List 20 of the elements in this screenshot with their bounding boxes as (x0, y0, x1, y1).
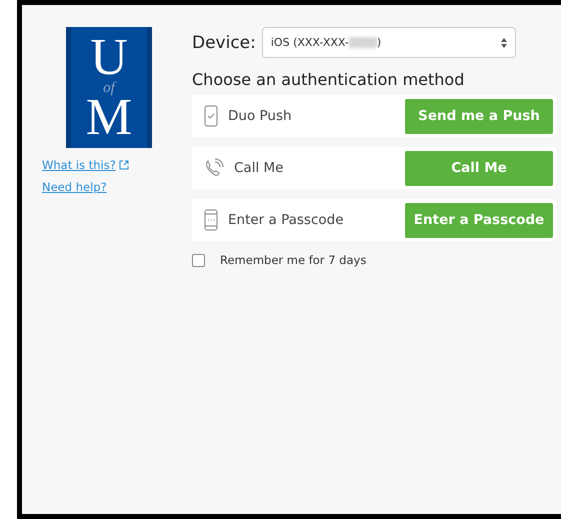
method-button[interactable]: Enter a Passcode (405, 202, 553, 238)
help-link[interactable]: Need help? (42, 180, 107, 194)
redacted-digits (348, 37, 377, 48)
remember-checkbox[interactable] (192, 254, 205, 266)
help-link[interactable]: What is this? (42, 158, 129, 172)
phone-check-icon (204, 105, 218, 127)
method-label: Call Me (234, 160, 284, 176)
device-label: Device: (192, 32, 256, 52)
select-arrows-icon (500, 38, 507, 48)
remember-label: Remember me for 7 days (220, 253, 366, 267)
external-link-icon (118, 160, 129, 170)
method-heading: Choose an authentication method (192, 70, 466, 89)
method-label: Enter a Passcode (228, 212, 345, 228)
method-label: Duo Push (228, 108, 293, 124)
method-button[interactable]: Call Me (405, 150, 553, 186)
phone-call-icon (204, 158, 224, 178)
phone-dots-icon (204, 209, 218, 231)
method-button[interactable]: Send me a Push (405, 98, 553, 134)
device-select[interactable]: iOS (XXX-XXX- ) (262, 27, 516, 58)
university-logo: U ofM (66, 27, 152, 148)
